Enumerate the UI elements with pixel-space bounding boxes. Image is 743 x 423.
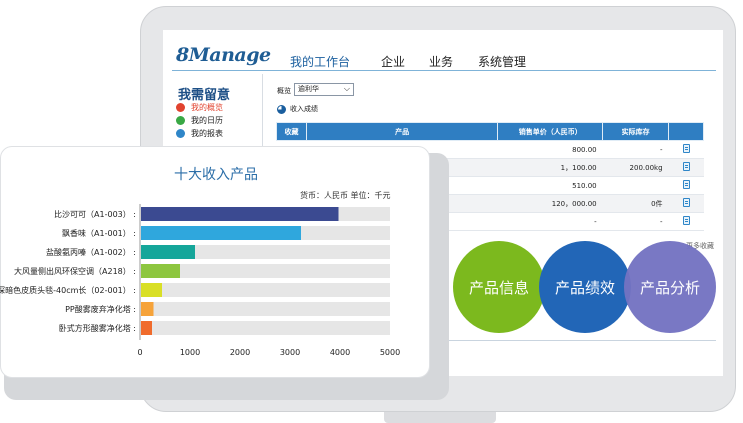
- bar-track: [141, 321, 390, 335]
- x-tick-label: 0: [137, 348, 142, 357]
- bar[interactable]: [141, 321, 152, 335]
- x-tick-label: 3000: [280, 348, 300, 357]
- bar[interactable]: [141, 226, 301, 240]
- badge-label: 产品绩效: [554, 278, 615, 297]
- category-label: PP酸雾废弃净化塔 :: [65, 304, 136, 314]
- bar[interactable]: [141, 245, 195, 259]
- x-tick-label: 4000: [330, 348, 350, 357]
- category-label: 深暗色皮质头毯-40cm长（02-001） :: [0, 285, 136, 295]
- badge-label: 产品分析: [639, 278, 700, 297]
- badge-product-performance[interactable]: 产品绩效: [539, 241, 631, 333]
- badge-product-analysis[interactable]: 产品分析: [624, 241, 716, 333]
- x-tick-label: 1000: [180, 348, 200, 357]
- x-tick-label: 2000: [230, 348, 250, 357]
- x-tick-label: 5000: [380, 348, 400, 357]
- bar-track: [141, 302, 390, 316]
- bar[interactable]: [141, 264, 180, 278]
- category-label: 比沙可可（A1-003） :: [54, 209, 136, 219]
- badge-label: 产品信息: [468, 278, 529, 297]
- category-label: 卧式方形酸雾净化塔 :: [59, 323, 136, 333]
- revenue-bar-chart: 比沙可可（A1-003） : 飘香味（A1-001） : 盐酸氨丙嗪（A1-002）…: [0, 204, 400, 357]
- category-label: 大风量侧出风环保空调（A218） :: [14, 266, 136, 276]
- bar[interactable]: [141, 283, 162, 297]
- bar-track: [141, 283, 390, 297]
- badge-product-info[interactable]: 产品信息: [453, 241, 545, 333]
- bar[interactable]: [141, 302, 154, 316]
- bar[interactable]: [141, 207, 339, 221]
- category-label: 盐酸氨丙嗪（A1-002） :: [46, 247, 136, 257]
- category-label: 飘香味（A1-001） :: [62, 228, 136, 238]
